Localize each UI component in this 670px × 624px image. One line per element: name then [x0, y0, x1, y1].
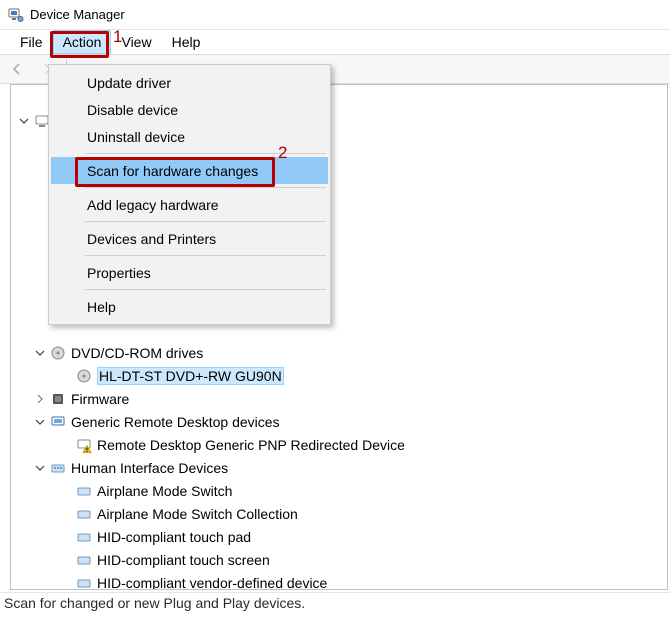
- annotation-label-1: 1: [113, 27, 122, 47]
- menu-add-legacy-hardware[interactable]: Add legacy hardware: [51, 191, 328, 218]
- menubar: File Action View Help: [0, 30, 670, 54]
- remote-desktop-warning-icon: [75, 436, 93, 454]
- disc-drive-icon: [75, 367, 93, 385]
- menu-separator: [85, 289, 326, 290]
- menu-action[interactable]: Action: [53, 30, 112, 54]
- tree-category-hid[interactable]: Human Interface Devices: [11, 456, 667, 479]
- hid-icon: [75, 528, 93, 546]
- tree-label: Firmware: [71, 391, 129, 407]
- menu-disable-device[interactable]: Disable device: [51, 96, 328, 123]
- menu-properties[interactable]: Properties: [51, 259, 328, 286]
- tree-item-hid-3[interactable]: HID-compliant touch pad: [11, 525, 667, 548]
- statusbar: Scan for changed or new Plug and Play de…: [0, 592, 670, 624]
- menu-separator: [85, 255, 326, 256]
- hid-icon: [75, 505, 93, 523]
- window-title: Device Manager: [30, 7, 125, 22]
- remote-desktop-icon: [49, 413, 67, 431]
- hid-icon: [75, 574, 93, 591]
- chevron-down-icon[interactable]: [33, 461, 47, 475]
- tree-label: HID-compliant touch screen: [97, 552, 270, 568]
- tree-label: Generic Remote Desktop devices: [71, 414, 280, 430]
- menu-devices-and-printers[interactable]: Devices and Printers: [51, 225, 328, 252]
- menu-help-item[interactable]: Help: [51, 293, 328, 320]
- titlebar: Device Manager: [0, 0, 670, 30]
- menu-separator: [85, 153, 326, 154]
- menu-separator: [85, 221, 326, 222]
- tree-label: HID-compliant touch pad: [97, 529, 251, 545]
- chevron-down-icon[interactable]: [33, 415, 47, 429]
- menu-help[interactable]: Help: [162, 30, 211, 54]
- hid-icon: [49, 459, 67, 477]
- menu-update-driver[interactable]: Update driver: [51, 69, 328, 96]
- statusbar-text: Scan for changed or new Plug and Play de…: [4, 595, 305, 611]
- tree-item-hid-4[interactable]: HID-compliant touch screen: [11, 548, 667, 571]
- tree-category-firmware[interactable]: Firmware: [11, 387, 667, 410]
- tree-label: HL-DT-ST DVD+-RW GU90N: [97, 367, 284, 385]
- chevron-down-icon[interactable]: [33, 346, 47, 360]
- hid-icon: [75, 551, 93, 569]
- tree-item-dvd-device[interactable]: HL-DT-ST DVD+-RW GU90N: [11, 364, 667, 387]
- disc-drive-icon: [49, 344, 67, 362]
- firmware-icon: [49, 390, 67, 408]
- tree-label: Airplane Mode Switch Collection: [97, 506, 298, 522]
- tree-label: HID-compliant vendor-defined device: [97, 575, 327, 591]
- menu-separator: [85, 187, 326, 188]
- tree-category-grd[interactable]: Generic Remote Desktop devices: [11, 410, 667, 433]
- tree-label: Human Interface Devices: [71, 460, 228, 476]
- action-menu-dropdown: Update driver Disable device Uninstall d…: [48, 64, 331, 325]
- chevron-right-icon[interactable]: [33, 392, 47, 406]
- back-button[interactable]: [6, 58, 28, 80]
- tree-item-hid-5[interactable]: HID-compliant vendor-defined device: [11, 571, 667, 590]
- tree-label: Airplane Mode Switch: [97, 483, 232, 499]
- menu-file[interactable]: File: [10, 30, 53, 54]
- device-manager-icon: [8, 7, 24, 23]
- tree-label: Remote Desktop Generic PNP Redirected De…: [97, 437, 405, 453]
- tree-category-dvd[interactable]: DVD/CD-ROM drives: [11, 341, 667, 364]
- tree-item-grd-device[interactable]: Remote Desktop Generic PNP Redirected De…: [11, 433, 667, 456]
- tree-label: DVD/CD-ROM drives: [71, 345, 203, 361]
- annotation-label-2: 2: [278, 143, 287, 163]
- hid-icon: [75, 482, 93, 500]
- tree-item-hid-2[interactable]: Airplane Mode Switch Collection: [11, 502, 667, 525]
- chevron-down-icon[interactable]: [17, 114, 31, 128]
- tree-item-hid-1[interactable]: Airplane Mode Switch: [11, 479, 667, 502]
